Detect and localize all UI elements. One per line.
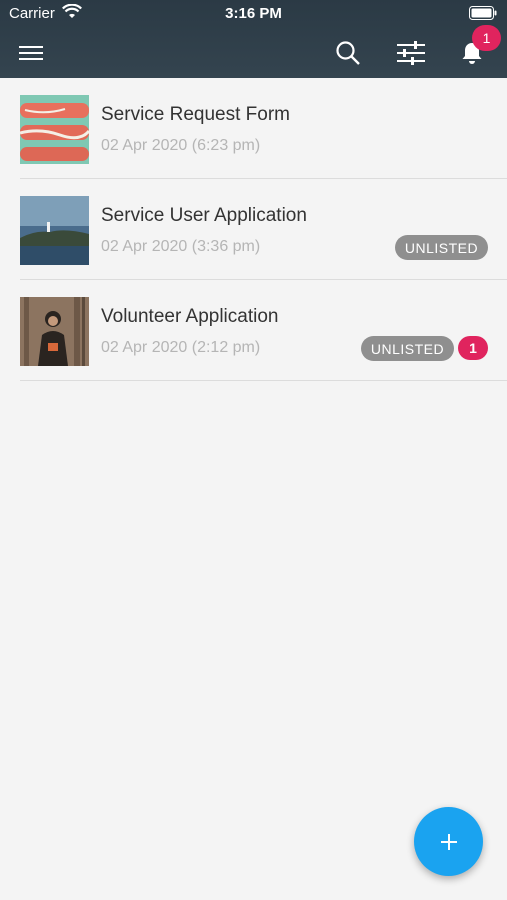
search-icon — [336, 41, 360, 65]
item-date: 02 Apr 2020 (6:23 pm) — [101, 137, 261, 154]
search-button[interactable] — [325, 30, 371, 76]
item-title: Service User Application — [101, 205, 307, 226]
app-header: Carrier 3:16 PM 1 — [0, 0, 507, 78]
list-item[interactable]: Volunteer Application 02 Apr 2020 (2:12 … — [20, 280, 507, 381]
item-title: Volunteer Application — [101, 306, 279, 327]
item-thumbnail — [20, 196, 89, 265]
menu-button[interactable] — [8, 30, 54, 76]
item-title: Service Request Form — [101, 104, 291, 125]
list-item[interactable]: Service User Application 02 Apr 2020 (3:… — [20, 179, 507, 280]
item-date: 02 Apr 2020 (3:36 pm) — [101, 238, 261, 255]
filter-button[interactable] — [388, 30, 434, 76]
menu-icon — [19, 46, 43, 60]
list-item[interactable]: Service Request Form 02 Apr 2020 (6:23 p… — [20, 78, 507, 179]
item-thumbnail — [20, 95, 89, 164]
notification-badge[interactable]: 1 — [472, 25, 501, 51]
status-badge: UNLISTED — [361, 336, 454, 361]
nav-bar — [0, 30, 507, 76]
battery-icon — [469, 6, 497, 24]
count-badge: 1 — [458, 336, 488, 360]
status-badge: UNLISTED — [395, 235, 488, 260]
status-time: 3:16 PM — [225, 5, 282, 22]
item-thumbnail — [20, 297, 89, 366]
item-date: 02 Apr 2020 (2:12 pm) — [101, 339, 261, 356]
add-button[interactable] — [414, 807, 483, 876]
filter-icon — [397, 41, 425, 65]
plus-icon — [440, 833, 457, 850]
status-bar: Carrier 3:16 PM — [0, 0, 507, 28]
